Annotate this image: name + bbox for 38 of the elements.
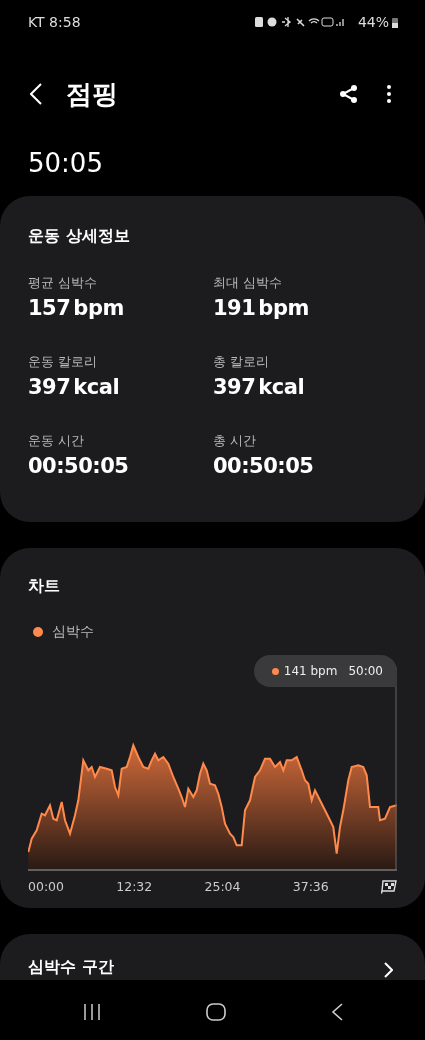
- more-options-icon[interactable]: [387, 85, 391, 103]
- stat-label: 총 칼로리: [213, 354, 270, 371]
- x-axis-label: 37:36: [292, 879, 329, 894]
- chevron-right-icon: [384, 962, 393, 978]
- card-title: 운동 상세정보: [28, 226, 131, 247]
- stat-value: 00:50:05: [213, 454, 315, 478]
- stat-value: 397 kcal: [28, 375, 121, 399]
- tooltip-value: 141 bpm: [283, 664, 338, 678]
- stat-label: 운동 칼로리: [28, 354, 98, 371]
- x-axis-label: 12:32: [116, 879, 153, 894]
- share-icon[interactable]: [339, 84, 359, 104]
- card-title: 차트: [28, 576, 61, 597]
- carrier-time: KT 8:58: [28, 14, 81, 30]
- x-axis-label: 25:04: [204, 879, 241, 894]
- tooltip-dot-icon: [271, 667, 279, 675]
- heart-rate-zones-card[interactable]: 심박수 구간: [0, 934, 425, 980]
- stat-label: 총 시간: [213, 433, 257, 450]
- legend-dot-icon: [33, 627, 43, 637]
- stat-value: 397 kcal: [213, 375, 306, 399]
- stat-value: 00:50:05: [28, 454, 130, 478]
- stat-label: 운동 시간: [28, 433, 85, 450]
- stat-label: 최대 심박수: [213, 275, 283, 292]
- battery-percent: 44%: [357, 14, 389, 30]
- legend-label: 심박수: [52, 623, 94, 641]
- stat-value: 191 bpm: [213, 296, 310, 320]
- stat-label: 평균 심박수: [28, 275, 98, 292]
- tooltip-time: 50:00: [348, 664, 383, 678]
- battery-icon: [392, 16, 398, 28]
- workout-duration: 50:05: [27, 147, 104, 180]
- back-nav-icon[interactable]: [330, 1002, 343, 1021]
- x-axis-label: 00:00: [28, 879, 65, 894]
- card-title: 심박수 구간: [28, 957, 114, 978]
- recent-apps-icon[interactable]: [82, 1002, 101, 1021]
- home-icon[interactable]: [205, 1002, 226, 1021]
- back-icon[interactable]: [30, 83, 42, 105]
- page-title: 점핑: [66, 77, 118, 111]
- finish-flag-icon: [381, 879, 397, 894]
- stat-value: 157 bpm: [28, 296, 125, 320]
